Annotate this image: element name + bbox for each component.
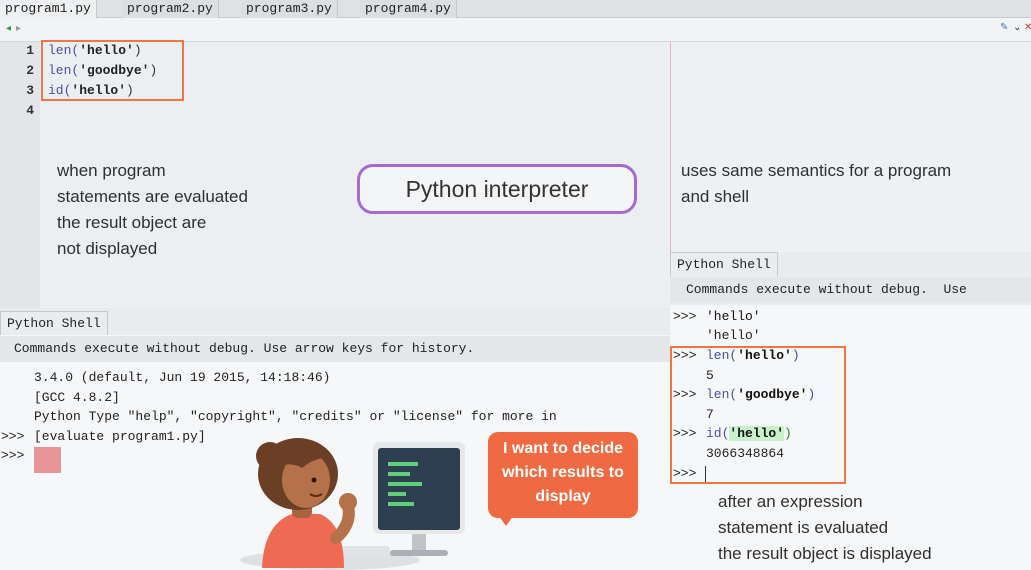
note-result-displayed: after an expression statement is evaluat… — [718, 492, 932, 563]
speech-bubble: I want to decide which results to displa… — [488, 432, 638, 518]
monitor-stand — [412, 534, 426, 552]
shell-prompt: >>> — [1, 448, 25, 463]
monitor-base — [390, 550, 448, 556]
monitor-screen — [378, 448, 460, 530]
note-same-semantics: uses same semantics for a program and sh… — [681, 161, 952, 206]
tab-program4[interactable]: program4.py — [360, 0, 457, 18]
shell-prompt: >>> — [1, 429, 25, 444]
note-program-not-displayed: when program statements are evaluated th… — [57, 161, 248, 258]
close-icon[interactable]: ✕ — [1024, 22, 1031, 33]
screen-code-line — [388, 472, 410, 476]
options-icon[interactable]: ✎ — [1000, 22, 1008, 33]
shell-output-line: 3.4.0 (default, Jun 19 2015, 14:18:46) — [34, 370, 331, 385]
shell-prompt: >>> — [673, 309, 697, 324]
dropdown-icon[interactable]: ⌄ — [1013, 22, 1021, 33]
screen-code-line — [388, 482, 422, 486]
shell-output: 'hello' — [706, 328, 761, 343]
person-at-computer-illustration — [240, 438, 465, 570]
shell-output-line: Python Type "help", "copyright", "credit… — [34, 409, 557, 424]
shell-command: [evaluate program1.py] — [34, 429, 206, 444]
person-hand — [339, 493, 357, 511]
highlight-box-program — [41, 40, 184, 101]
file-tab-bar: program1.py program2.py program3.py prog… — [0, 0, 1031, 18]
editor-toolbar: ◂ ▸ ✎ ⌄ ✕ — [0, 18, 1031, 42]
forward-arrow-icon[interactable]: ▸ — [16, 23, 21, 34]
person-hair-bun — [256, 442, 284, 470]
line-number: 4 — [26, 103, 34, 118]
screen-code-line — [388, 492, 406, 496]
screen-code-line — [388, 462, 418, 466]
line-number: 3 — [26, 83, 34, 98]
back-arrow-icon[interactable]: ◂ — [6, 23, 11, 34]
line-number: 2 — [26, 63, 34, 78]
shell-output-line: [GCC 4.8.2] — [34, 390, 120, 405]
speech-bubble-tail — [496, 512, 516, 526]
python-interpreter-label: Python interpreter — [357, 164, 637, 214]
person-eye — [311, 477, 317, 483]
line-number-gutter: 1 2 3 4 — [0, 42, 40, 308]
tab-program2[interactable]: program2.py — [122, 0, 219, 18]
tab-program3[interactable]: program3.py — [241, 0, 338, 18]
screen-code-line — [388, 502, 414, 506]
python-shell-tab[interactable]: Python Shell — [0, 311, 108, 335]
highlight-box-shell — [670, 346, 846, 484]
tab-program1[interactable]: program1.py — [0, 0, 97, 18]
shell-input: 'hello' — [706, 309, 761, 324]
line-number: 1 — [26, 43, 34, 58]
python-shell-tab[interactable]: Python Shell — [670, 252, 778, 276]
shell-header: Commands execute without debug. Use — [670, 277, 1031, 303]
shell-header: Commands execute without debug. Use arro… — [0, 336, 670, 362]
right-editor-pane — [670, 42, 1031, 252]
shell-cursor[interactable] — [34, 447, 61, 473]
